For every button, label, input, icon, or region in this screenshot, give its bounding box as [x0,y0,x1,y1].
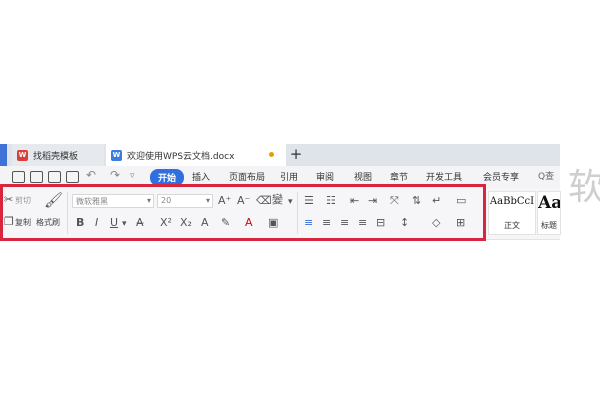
search-box[interactable]: Q查 [538,169,554,182]
wps-doc-icon: W [111,149,122,161]
print-icon[interactable] [48,171,61,183]
style-sample: AaBbCcI [489,196,535,207]
watermark-text: 软 [568,167,600,208]
tab-bar: W 找稻壳模板 W 欢迎使用WPS云文档.docx + [0,144,560,166]
menu-chapter[interactable]: 章节 [390,170,408,183]
tab-docer-templates[interactable]: W 找稻壳模板 [12,144,104,166]
tab-label: 欢迎使用WPS云文档.docx [127,151,235,162]
style-name: 正文 [504,221,520,230]
style-normal[interactable]: AaBbCcI 正文 [488,191,536,235]
unsaved-indicator-icon [269,152,274,157]
ribbon-highlight-box [0,184,486,241]
menu-review[interactable]: 审阅 [316,170,334,183]
menu-member[interactable]: 会员专享 [483,170,519,183]
menu-page-layout[interactable]: 页面布局 [229,170,265,183]
print-preview-icon[interactable] [66,171,79,183]
tab-active-document[interactable]: W 欢迎使用WPS云文档.docx [106,144,286,166]
style-sample: Aa [538,193,561,213]
undo-icon[interactable]: ↶ [86,168,96,182]
menu-developer[interactable]: 开发工具 [426,170,462,183]
file-icon[interactable] [12,171,25,183]
wps-window: W 找稻壳模板 W 欢迎使用WPS云文档.docx + ↶ ↷ ▿ 开始 插入 … [0,0,600,400]
new-tab-button[interactable]: + [288,146,304,162]
menu-references[interactable]: 引用 [280,170,298,183]
style-name: 标题 [541,221,557,230]
menu-insert[interactable]: 插入 [192,170,210,183]
save-icon[interactable] [30,171,43,183]
home-tab-edge[interactable] [0,144,7,166]
style-heading[interactable]: Aa 标题 [537,191,561,235]
customize-toolbar-icon[interactable]: ▿ [130,171,135,181]
docer-icon: W [17,149,28,161]
tab-label: 找稻壳模板 [33,151,79,162]
redo-icon[interactable]: ↷ [110,168,120,182]
menu-view[interactable]: 视图 [354,170,372,183]
